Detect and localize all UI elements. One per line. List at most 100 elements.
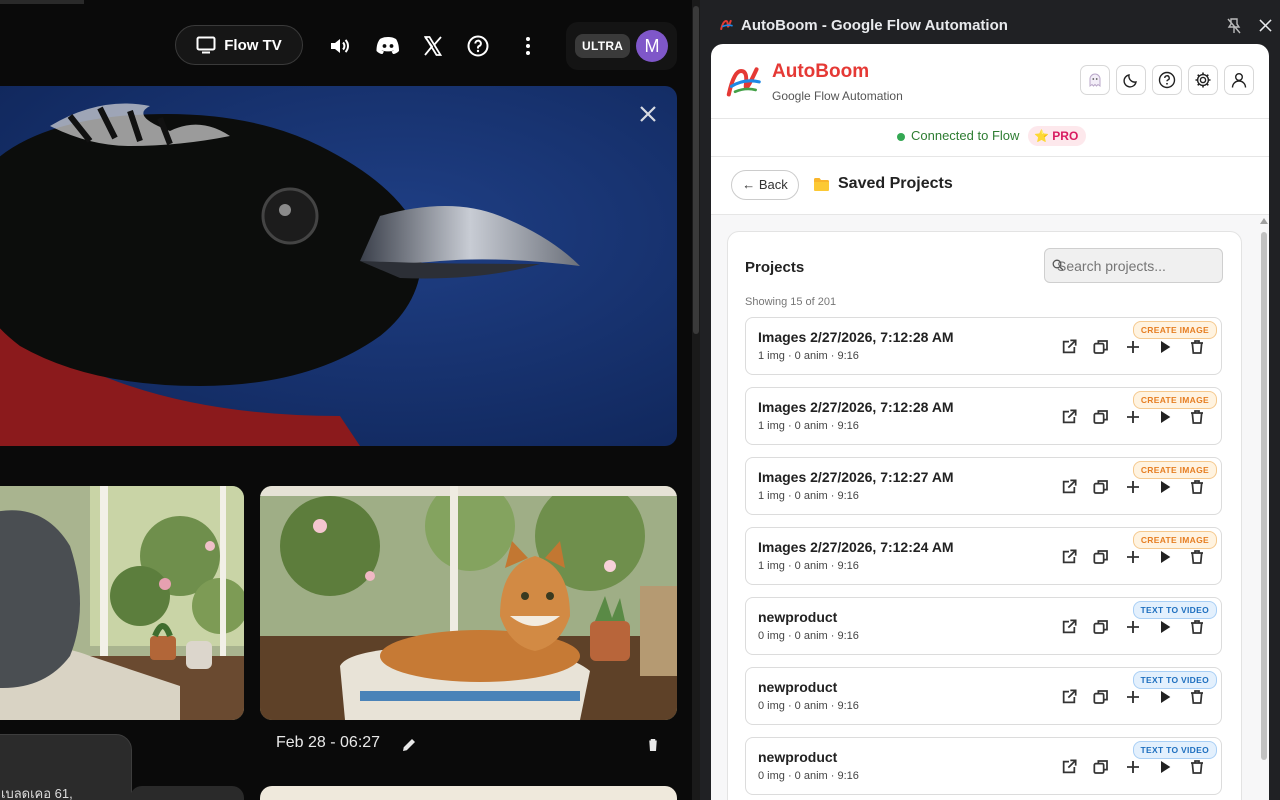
duplicate-icon[interactable] xyxy=(1093,339,1109,355)
project-type-badge: CREATE IMAGE xyxy=(1132,321,1217,339)
play-icon[interactable] xyxy=(1157,619,1173,635)
open-external-icon[interactable] xyxy=(1061,479,1077,495)
delete-icon[interactable] xyxy=(644,736,662,754)
project-name: Images 2/27/2026, 7:12:28 AM xyxy=(758,399,954,415)
connection-status-bar: Connected to Flow ⭐ PRO xyxy=(711,119,1269,157)
duplicate-icon[interactable] xyxy=(1093,409,1109,425)
trash-icon[interactable] xyxy=(1189,689,1205,705)
brand-name: AutoBoom xyxy=(772,61,870,82)
duplicate-icon[interactable] xyxy=(1093,479,1109,495)
play-icon[interactable] xyxy=(1157,549,1173,565)
back-button[interactable]: ← Back xyxy=(731,170,799,200)
x-twitter-icon[interactable] xyxy=(421,34,445,58)
scroll-up-icon[interactable] xyxy=(1260,218,1268,224)
project-row[interactable]: Images 2/27/2026, 7:12:28 AM 1 img · 0 an… xyxy=(745,317,1222,375)
open-external-icon[interactable] xyxy=(1061,409,1077,425)
panel-scrollbar[interactable] xyxy=(1259,216,1269,800)
autoboom-logo-small xyxy=(720,19,733,31)
ghost-button[interactable] xyxy=(1080,65,1110,95)
flow-tv-button[interactable]: Flow TV xyxy=(175,25,303,65)
trash-icon[interactable] xyxy=(1189,339,1205,355)
gallery-thumbnail[interactable] xyxy=(130,786,244,800)
add-icon[interactable] xyxy=(1125,339,1141,355)
project-row[interactable]: newproduct 0 img · 0 anim · 9:16 TEXT TO V… xyxy=(745,737,1222,795)
more-vertical-icon[interactable] xyxy=(516,34,540,58)
gallery-thumbnail[interactable] xyxy=(260,786,677,800)
open-external-icon[interactable] xyxy=(1061,689,1077,705)
account-button[interactable] xyxy=(1224,65,1254,95)
trash-icon[interactable] xyxy=(1189,479,1205,495)
play-icon[interactable] xyxy=(1157,409,1173,425)
theme-toggle-button[interactable] xyxy=(1116,65,1146,95)
project-type-badge: CREATE IMAGE xyxy=(1132,531,1217,549)
projects-heading: Projects xyxy=(745,259,805,276)
discord-icon[interactable] xyxy=(375,34,401,58)
add-icon[interactable] xyxy=(1125,689,1141,705)
scrollbar-thumb[interactable] xyxy=(1261,232,1267,760)
account-area[interactable]: ULTRA M xyxy=(566,22,677,70)
project-meta: 0 img · 0 anim · 9:16 xyxy=(758,770,859,782)
page-title: Saved Projects xyxy=(813,175,953,193)
trash-icon[interactable] xyxy=(1189,759,1205,775)
projects-card: Projects Showing 15 of 201 Images 2/27/2… xyxy=(727,231,1242,800)
close-icon[interactable] xyxy=(636,102,660,126)
project-meta: 1 img · 0 anim · 9:16 xyxy=(758,560,859,572)
autoboom-logo xyxy=(726,67,761,97)
help-circle-icon xyxy=(1158,71,1176,89)
project-row[interactable]: Images 2/27/2026, 7:12:27 AM 1 img · 0 an… xyxy=(745,457,1222,515)
project-meta: 1 img · 0 anim · 9:16 xyxy=(758,490,859,502)
add-icon[interactable] xyxy=(1125,619,1141,635)
project-name: newproduct xyxy=(758,679,838,695)
pin-icon[interactable] xyxy=(1227,18,1241,34)
overlay-text: เบลดเคอ 61, xyxy=(1,786,73,800)
add-icon[interactable] xyxy=(1125,409,1141,425)
trash-icon[interactable] xyxy=(1189,619,1205,635)
settings-button[interactable] xyxy=(1188,65,1218,95)
showing-count: Showing 15 of 201 xyxy=(745,296,837,308)
project-name: newproduct xyxy=(758,609,838,625)
open-external-icon[interactable] xyxy=(1061,339,1077,355)
project-row[interactable]: newproduct 0 img · 0 anim · 9:16 TEXT TO V… xyxy=(745,667,1222,725)
open-external-icon[interactable] xyxy=(1061,549,1077,565)
play-icon[interactable] xyxy=(1157,759,1173,775)
help-button[interactable] xyxy=(1152,65,1182,95)
duplicate-icon[interactable] xyxy=(1093,759,1109,775)
search-input[interactable] xyxy=(1044,248,1223,283)
connection-status: Connected to Flow xyxy=(911,128,1020,143)
page-nav: ← Back Saved Projects xyxy=(711,157,1269,215)
add-icon[interactable] xyxy=(1125,549,1141,565)
trash-icon[interactable] xyxy=(1189,549,1205,565)
play-icon[interactable] xyxy=(1157,689,1173,705)
project-row[interactable]: newproduct 0 img · 0 anim · 9:16 TEXT TO V… xyxy=(745,597,1222,655)
edit-icon[interactable] xyxy=(400,736,418,754)
flow-tv-label: Flow TV xyxy=(224,36,282,54)
open-external-icon[interactable] xyxy=(1061,759,1077,775)
project-type-badge: TEXT TO VIDEO xyxy=(1132,671,1217,689)
overlay-chip[interactable]: เบลดเคอ 61, xyxy=(0,734,132,800)
folder-icon xyxy=(814,177,829,191)
duplicate-icon[interactable] xyxy=(1093,549,1109,565)
moon-icon xyxy=(1123,74,1137,88)
volume-icon[interactable] xyxy=(328,34,352,58)
search-icon xyxy=(1052,259,1064,271)
scrollbar[interactable] xyxy=(692,0,700,800)
duplicate-icon[interactable] xyxy=(1093,689,1109,705)
project-row[interactable]: Images 2/27/2026, 7:12:28 AM 1 img · 0 an… xyxy=(745,387,1222,445)
project-row[interactable]: Images 2/27/2026, 7:12:24 AM 1 img · 0 an… xyxy=(745,527,1222,585)
add-icon[interactable] xyxy=(1125,759,1141,775)
gear-icon xyxy=(1195,72,1211,88)
trash-icon[interactable] xyxy=(1189,409,1205,425)
avatar[interactable]: M xyxy=(636,30,668,62)
gallery-thumbnail[interactable] xyxy=(260,486,677,720)
duplicate-icon[interactable] xyxy=(1093,619,1109,635)
play-icon[interactable] xyxy=(1157,479,1173,495)
add-icon[interactable] xyxy=(1125,479,1141,495)
help-icon[interactable] xyxy=(466,34,490,58)
project-meta: 1 img · 0 anim · 9:16 xyxy=(758,420,859,432)
open-external-icon[interactable] xyxy=(1061,619,1077,635)
gallery-thumbnail[interactable] xyxy=(0,486,244,720)
play-icon[interactable] xyxy=(1157,339,1173,355)
preview-image[interactable] xyxy=(0,86,677,446)
scrollbar-thumb[interactable] xyxy=(693,6,699,334)
close-window-icon[interactable] xyxy=(1259,19,1272,32)
